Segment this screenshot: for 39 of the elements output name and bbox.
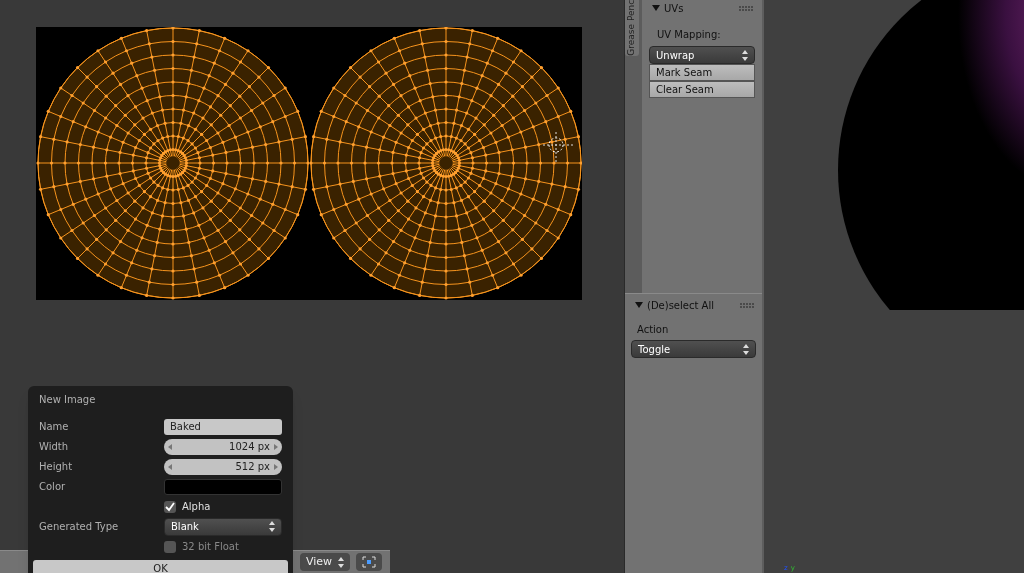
number-field[interactable]: 512 px bbox=[164, 458, 282, 475]
panel-title: (De)select All bbox=[647, 298, 714, 313]
color-swatch[interactable] bbox=[164, 478, 282, 495]
ok-button[interactable]: OK bbox=[33, 560, 288, 573]
increment-arrow-icon[interactable] bbox=[274, 463, 278, 470]
view-menu-dropdown[interactable]: View bbox=[299, 553, 350, 571]
number-field[interactable]: 1024 px bbox=[164, 438, 282, 455]
field-label: Name bbox=[39, 421, 69, 432]
generated-type-dropdown[interactable]: Blank bbox=[164, 517, 282, 536]
field-label: Width bbox=[39, 441, 69, 452]
action-label: Action bbox=[637, 323, 670, 337]
uv-mapping-label: UV Mapping: bbox=[657, 28, 722, 42]
drag-handle-icon[interactable] bbox=[740, 302, 754, 308]
checkbox[interactable] bbox=[164, 540, 176, 553]
unwrap-dropdown[interactable]: Unwrap bbox=[649, 46, 755, 64]
checkbox-label: 32 bit Float bbox=[182, 540, 239, 554]
pivot-icon[interactable] bbox=[356, 553, 382, 571]
checkbox-label: Alpha bbox=[182, 500, 211, 514]
name-field[interactable]: Baked bbox=[164, 418, 282, 435]
field-label: Generated Type bbox=[39, 521, 119, 532]
dialog-title: New Image bbox=[39, 393, 97, 407]
seam-button[interactable]: Mark Seam bbox=[649, 64, 755, 81]
field-label: Color bbox=[39, 481, 66, 492]
up-down-arrows-icon bbox=[338, 556, 344, 568]
action-dropdown[interactable]: Toggle bbox=[631, 340, 756, 358]
up-down-arrows-icon bbox=[743, 343, 749, 355]
field-label: Height bbox=[39, 461, 73, 472]
decrement-arrow-icon[interactable] bbox=[168, 463, 172, 470]
expanded-triangle-icon[interactable] bbox=[652, 4, 660, 12]
drag-handle-icon[interactable] bbox=[739, 5, 753, 11]
panel-title: UVs bbox=[664, 1, 684, 16]
checkbox[interactable] bbox=[164, 500, 176, 513]
seam-button[interactable]: Clear Seam bbox=[649, 81, 755, 98]
2d-cursor-icon bbox=[542, 131, 575, 165]
expanded-triangle-icon[interactable] bbox=[635, 301, 643, 309]
up-down-arrows-icon bbox=[742, 49, 748, 61]
decrement-arrow-icon[interactable] bbox=[168, 443, 172, 450]
increment-arrow-icon[interactable] bbox=[274, 443, 278, 450]
up-down-arrows-icon bbox=[269, 521, 275, 532]
